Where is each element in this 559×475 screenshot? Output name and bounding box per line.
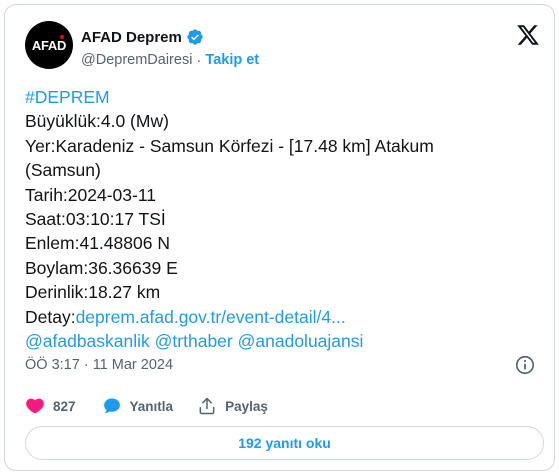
info-icon[interactable]	[514, 354, 536, 376]
action-bar: 827 Yanıtla Paylaş	[25, 395, 268, 417]
tweet-card: AFAD AFAD Deprem @DepremDairesi · Takip …	[4, 4, 555, 471]
share-upload-icon	[199, 397, 215, 415]
detail-link[interactable]: deprem.afad.gov.tr/event-detail/4...	[76, 307, 346, 327]
magnitude-text: Büyüklük:4.0 (Mw)	[25, 111, 169, 132]
avatar-logo-dot	[60, 35, 64, 39]
reply-button[interactable]: Yanıtla	[102, 396, 174, 416]
timestamp[interactable]: ÖÖ 3:17 · 11 Mar 2024	[25, 357, 173, 373]
time-text: Saat:03:10:17 TSİ	[25, 209, 166, 230]
handle[interactable]: @DepremDairesi	[81, 52, 192, 68]
mentions-line: @afadbaskanlik @trthaber @anadoluajansi	[25, 329, 525, 353]
mention-link[interactable]: @anadoluajansi	[238, 331, 364, 351]
location-text-line2: (Samsun)	[25, 160, 101, 181]
latitude-text: Enlem:41.48806 N	[25, 233, 170, 254]
separator-dot: ·	[196, 51, 202, 69]
display-name[interactable]: AFAD Deprem	[81, 29, 182, 46]
avatar[interactable]: AFAD	[25, 21, 73, 69]
depth-text: Derinlik:18.27 km	[25, 282, 161, 303]
read-replies-label: 192 yanıtı oku	[238, 435, 331, 451]
detail-line: Detay:deprem.afad.gov.tr/event-detail/4.…	[25, 305, 525, 329]
share-label: Paylaş	[225, 398, 268, 414]
avatar-logo-text: AFAD	[31, 37, 67, 53]
reply-label: Yanıtla	[129, 398, 174, 414]
mention-link[interactable]: @trthaber	[155, 331, 233, 351]
share-button[interactable]: Paylaş	[197, 396, 268, 416]
heart-icon	[26, 398, 44, 414]
longitude-text: Boylam:36.36639 E	[25, 257, 178, 278]
hashtag-link[interactable]: #DEPREM	[25, 85, 525, 109]
location-text-line1: Yer:Karadeniz - Samsun Körfezi - [17.48 …	[25, 135, 434, 156]
comment-bubble-icon	[103, 398, 120, 414]
mention-link[interactable]: @afadbaskanlik	[25, 331, 150, 351]
verified-badge-icon	[187, 29, 203, 45]
date-text: Tarih:2024-03-11	[25, 184, 157, 205]
detail-label: Detay:	[25, 306, 76, 327]
tweet-header: AFAD AFAD Deprem @DepremDairesi · Takip …	[25, 19, 540, 69]
like-button[interactable]: 827	[25, 396, 76, 416]
tweet-text: #DEPREM Büyüklük:4.0 (Mw) Yer:Karadeniz …	[25, 85, 525, 353]
x-logo-icon[interactable]	[516, 23, 540, 47]
author-info: AFAD Deprem @DepremDairesi · Takip et	[81, 27, 259, 70]
read-replies-button[interactable]: 192 yanıtı oku	[25, 426, 544, 460]
follow-button[interactable]: Takip et	[205, 52, 259, 68]
like-count: 827	[53, 398, 76, 414]
